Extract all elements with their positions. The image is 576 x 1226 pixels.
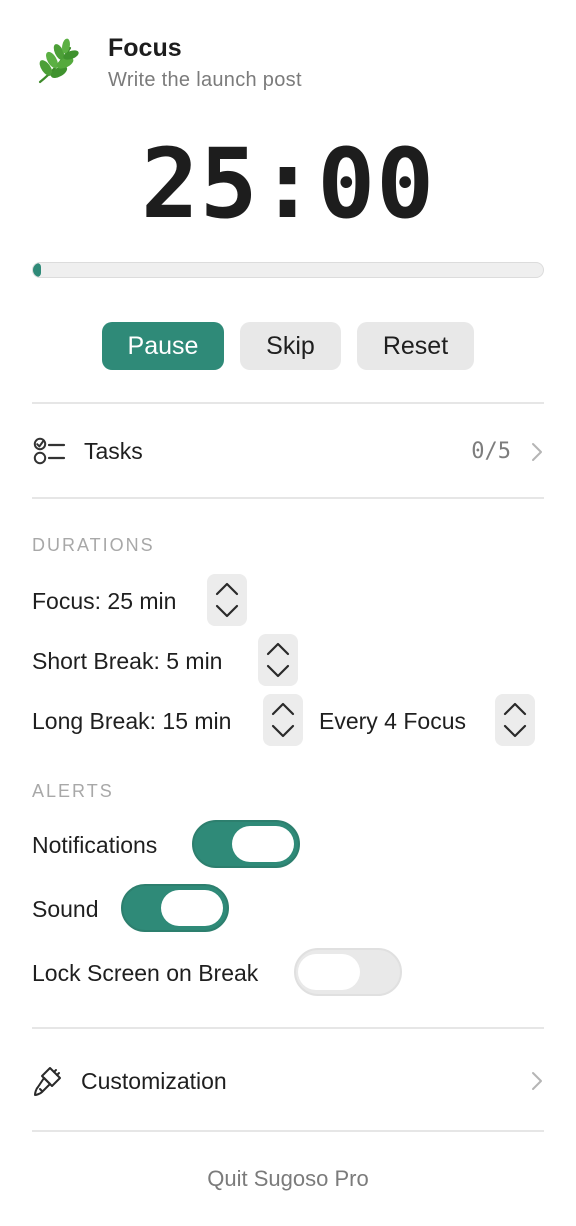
chevron-down-icon[interactable] [263,720,303,742]
customization-row[interactable]: Customization [32,1050,544,1112]
long-break-interval-label: Every 4 Focus [319,708,466,734]
chevron-right-icon [530,1071,544,1091]
chevron-down-icon[interactable] [495,720,535,742]
focus-duration-label: Focus: 25 min [32,588,177,614]
paintbrush-icon [32,1064,64,1098]
pause-button[interactable]: Pause [102,322,224,370]
chevron-up-icon[interactable] [207,578,247,600]
timer-display: 25:00 [141,128,435,240]
timer-progress-fill [33,263,41,277]
toggle-knob [298,954,360,990]
chevron-down-icon[interactable] [207,600,247,622]
divider [32,497,544,499]
tasks-row[interactable]: Tasks 0/5 [32,420,544,482]
long-break-duration-label: Long Break: 15 min [32,708,232,734]
chevron-down-icon[interactable] [258,660,298,682]
short-break-duration-label: Short Break: 5 min [32,648,223,674]
chevron-up-icon[interactable] [495,698,535,720]
short-break-duration-stepper[interactable] [258,634,298,686]
customization-label: Customization [81,1068,227,1094]
sound-label: Sound [32,896,99,922]
long-break-interval-stepper[interactable] [495,694,535,746]
tasks-count: 0/5 [471,439,511,464]
session-subtitle: Write the launch post [108,69,302,91]
app-leaf-icon [32,38,84,90]
alerts-section-header: ALERTS [32,781,114,801]
chevron-right-icon [530,442,544,462]
divider [32,402,544,404]
lock-screen-toggle[interactable] [294,948,402,996]
chevron-up-icon[interactable] [258,638,298,660]
tasks-label: Tasks [84,438,143,464]
reset-button[interactable]: Reset [357,322,474,370]
toggle-knob [232,826,294,862]
toggle-knob [161,890,223,926]
notifications-toggle[interactable] [192,820,300,868]
divider [32,1027,544,1029]
quit-button[interactable]: Quit Sugoso Pro [0,1166,576,1192]
divider [32,1130,544,1132]
chevron-up-icon[interactable] [263,698,303,720]
sound-toggle[interactable] [121,884,229,932]
focus-duration-stepper[interactable] [207,574,247,626]
notifications-label: Notifications [32,832,158,858]
checklist-icon [32,437,66,465]
timer-progress-bar [32,262,544,278]
long-break-duration-stepper[interactable] [263,694,303,746]
session-title: Focus [108,34,182,62]
skip-button[interactable]: Skip [240,322,341,370]
lock-screen-label: Lock Screen on Break [32,960,259,986]
durations-section-header: DURATIONS [32,535,155,555]
